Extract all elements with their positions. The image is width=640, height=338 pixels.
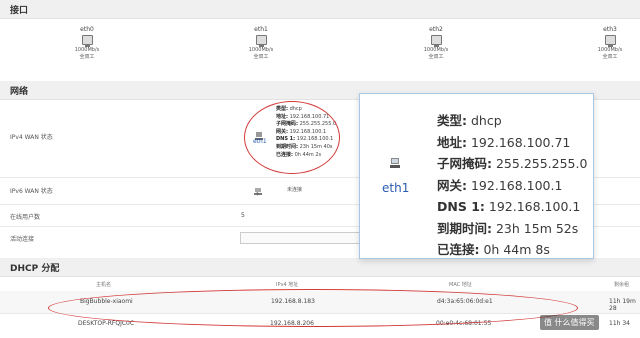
popup-info-line: 已连接: 0h 44m 8s bbox=[437, 242, 550, 257]
port-eth1: eth1 1000Mb/s 全双工 bbox=[231, 26, 291, 61]
online-users-label: 在线用户数 bbox=[10, 214, 41, 221]
port-speed: 1000Mb/s bbox=[597, 47, 623, 53]
ethernet-port-icon bbox=[604, 35, 616, 47]
port-eth2: eth2 1000Mb/s 全双工 bbox=[406, 26, 466, 61]
ipv4-wan-label: IPv4 WAN 状态 bbox=[10, 134, 53, 141]
interfaces-header: 接口 bbox=[0, 0, 640, 19]
port-name: eth1 bbox=[254, 26, 268, 33]
port-eth0: eth0 1000Mb/s 全双工 bbox=[57, 26, 117, 61]
active-connections-bar bbox=[240, 232, 372, 244]
ipv6-iface: ? bbox=[256, 192, 259, 198]
popup-info-line: 类型: dhcp bbox=[437, 113, 502, 128]
highlight-ellipse bbox=[48, 289, 578, 327]
popup-info-line: 网关: 192.168.100.1 bbox=[437, 177, 563, 193]
popup-info-line: 到期时间: 23h 15m 52s bbox=[437, 220, 579, 236]
popup-info-line: 地址: 192.168.100.71 bbox=[437, 134, 571, 150]
dhcp-lease: 11h 19m 28 bbox=[609, 298, 636, 312]
col-lease: 剩余租 bbox=[614, 282, 630, 288]
port-duplex: 全双工 bbox=[253, 54, 269, 60]
network-title: 网络 bbox=[10, 87, 29, 97]
dhcp-lease: 11h 34 bbox=[609, 320, 630, 327]
ipv6-status: 未连接 bbox=[287, 187, 303, 193]
network-icon bbox=[254, 180, 262, 195]
col-mac: MAC 地址 bbox=[449, 282, 472, 288]
port-name: eth2 bbox=[429, 26, 443, 33]
port-speed: 1000Mb/s bbox=[248, 47, 274, 53]
network-icon bbox=[389, 154, 401, 168]
highlight-ellipse bbox=[244, 101, 340, 174]
ipv6-wan-label: IPv6 WAN 状态 bbox=[10, 188, 53, 195]
port-eth3: eth3 1000Mb/s 全双工 bbox=[580, 26, 640, 61]
port-name: eth0 bbox=[80, 26, 94, 33]
popup-info-line: 子网掩码: 255.255.255.0 bbox=[437, 156, 588, 171]
dhcp-header: DHCP 分配 bbox=[0, 258, 640, 277]
popup-iface-link[interactable]: eth1 bbox=[382, 181, 409, 195]
port-name: eth3 bbox=[603, 26, 617, 33]
watermark: 值 什么值得买 bbox=[540, 315, 599, 330]
dhcp-title: DHCP 分配 bbox=[10, 264, 60, 274]
ethernet-port-icon bbox=[255, 35, 267, 47]
ethernet-port-icon bbox=[430, 35, 442, 47]
interfaces-title: 接口 bbox=[10, 6, 29, 16]
popup-wan-info: 类型: dhcp 地址: 192.168.100.71 子网掩码: 255.25… bbox=[437, 110, 587, 261]
port-duplex: 全双工 bbox=[428, 54, 444, 60]
col-ipv4: IPv4 地址 bbox=[276, 282, 299, 288]
online-users-value: 5 bbox=[241, 212, 245, 219]
wan-zoom-popup: eth1 类型: dhcp 地址: 192.168.100.71 子网掩码: 2… bbox=[359, 93, 594, 259]
port-speed: 1000Mb/s bbox=[74, 47, 100, 53]
port-speed: 1000Mb/s bbox=[423, 47, 449, 53]
col-hostname: 主机名 bbox=[96, 282, 112, 288]
ethernet-port-icon bbox=[81, 35, 93, 47]
port-duplex: 全双工 bbox=[602, 54, 618, 60]
port-duplex: 全双工 bbox=[79, 54, 95, 60]
popup-info-line: DNS 1: 192.168.100.1 bbox=[437, 199, 581, 214]
active-connections-label: 活动连接 bbox=[10, 236, 35, 243]
